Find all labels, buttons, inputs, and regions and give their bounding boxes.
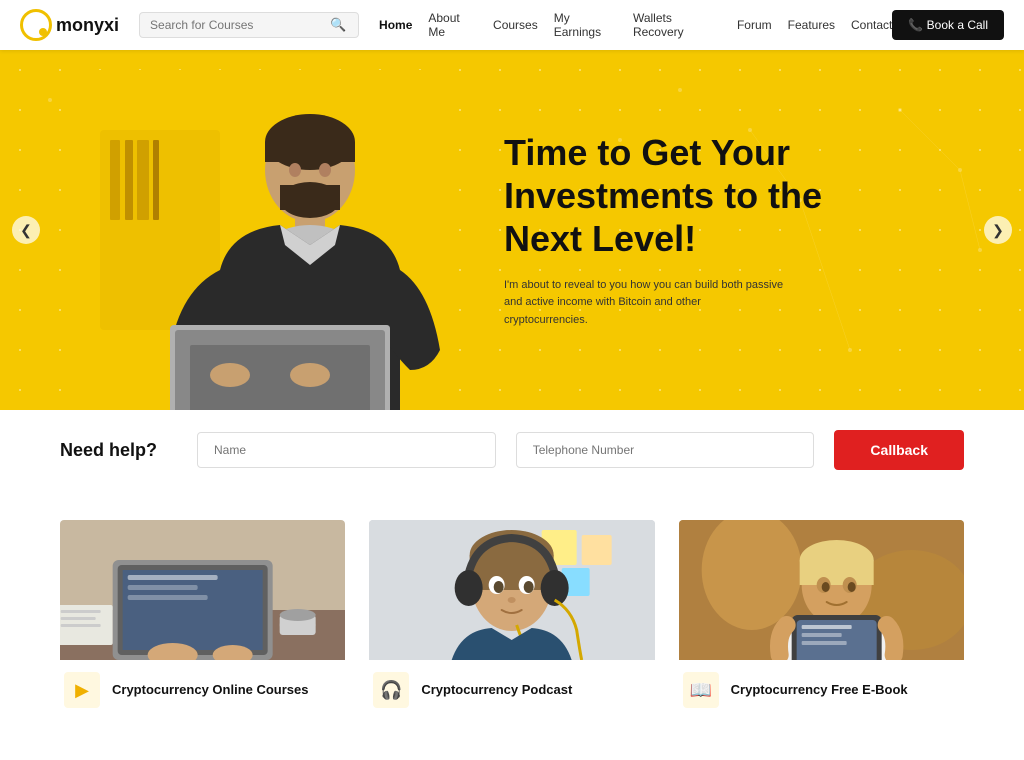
hero-next-button[interactable]: ❯ [984, 216, 1012, 244]
course-title-2: Cryptocurrency Podcast [421, 681, 572, 699]
nav-links: Home About Me Courses My Earnings Wallet… [379, 11, 892, 39]
hero-prev-button[interactable]: ❮ [12, 216, 40, 244]
logo-icon [20, 9, 52, 41]
callback-label: Need help? [60, 440, 157, 461]
logo[interactable]: monyxi [20, 9, 119, 41]
nav-forum[interactable]: Forum [737, 18, 772, 32]
hero-content: Time to Get Your Investments to the Next… [504, 131, 904, 329]
nav-features[interactable]: Features [788, 18, 835, 32]
nav-home[interactable]: Home [379, 18, 412, 32]
nav-wallets[interactable]: Wallets Recovery [633, 11, 721, 39]
courses-section: ▶ Cryptocurrency Online Courses [0, 490, 1024, 760]
course-card-2[interactable]: 🎧 Cryptocurrency Podcast [369, 520, 654, 720]
search-input[interactable] [150, 18, 330, 32]
course-title-1: Cryptocurrency Online Courses [112, 681, 309, 699]
navbar: monyxi 🔍 Home About Me Courses My Earnin… [0, 0, 1024, 50]
search-icon: 🔍 [330, 17, 346, 33]
courses-grid: ▶ Cryptocurrency Online Courses [60, 520, 964, 720]
course-icon-3: 📖 [683, 672, 719, 708]
search-bar: 🔍 [139, 12, 359, 38]
course-image-2 [369, 520, 654, 660]
course-title-3: Cryptocurrency Free E-Book [731, 681, 908, 699]
course-card-3[interactable]: 📖 Cryptocurrency Free E-Book [679, 520, 964, 720]
phone-input[interactable] [516, 432, 815, 468]
course-card-1[interactable]: ▶ Cryptocurrency Online Courses [60, 520, 345, 720]
course-icon-2: 🎧 [373, 672, 409, 708]
nav-contact[interactable]: Contact [851, 18, 892, 32]
nav-about[interactable]: About Me [428, 11, 477, 39]
book-call-button[interactable]: 📞 Book a Call [892, 10, 1004, 40]
headphone-icon: 🎧 [380, 680, 402, 701]
hero-section: Time to Get Your Investments to the Next… [0, 50, 1024, 410]
course-image-1 [60, 520, 345, 660]
book-icon: 📖 [689, 680, 711, 701]
logo-text: monyxi [56, 15, 119, 36]
hero-title: Time to Get Your Investments to the Next… [504, 131, 904, 261]
course-icon-1: ▶ [64, 672, 100, 708]
name-input[interactable] [197, 432, 496, 468]
course-info-2: 🎧 Cryptocurrency Podcast [369, 660, 654, 720]
course-image-3 [679, 520, 964, 660]
play-icon: ▶ [75, 680, 89, 701]
callback-section: Need help? Callback [0, 410, 1024, 490]
course-info-1: ▶ Cryptocurrency Online Courses [60, 660, 345, 720]
callback-button[interactable]: Callback [834, 430, 964, 470]
nav-courses[interactable]: Courses [493, 18, 538, 32]
hero-person-image [80, 70, 450, 410]
hero-subtitle: I'm about to reveal to you how you can b… [504, 276, 784, 329]
nav-earnings[interactable]: My Earnings [554, 11, 617, 39]
course-info-3: 📖 Cryptocurrency Free E-Book [679, 660, 964, 720]
